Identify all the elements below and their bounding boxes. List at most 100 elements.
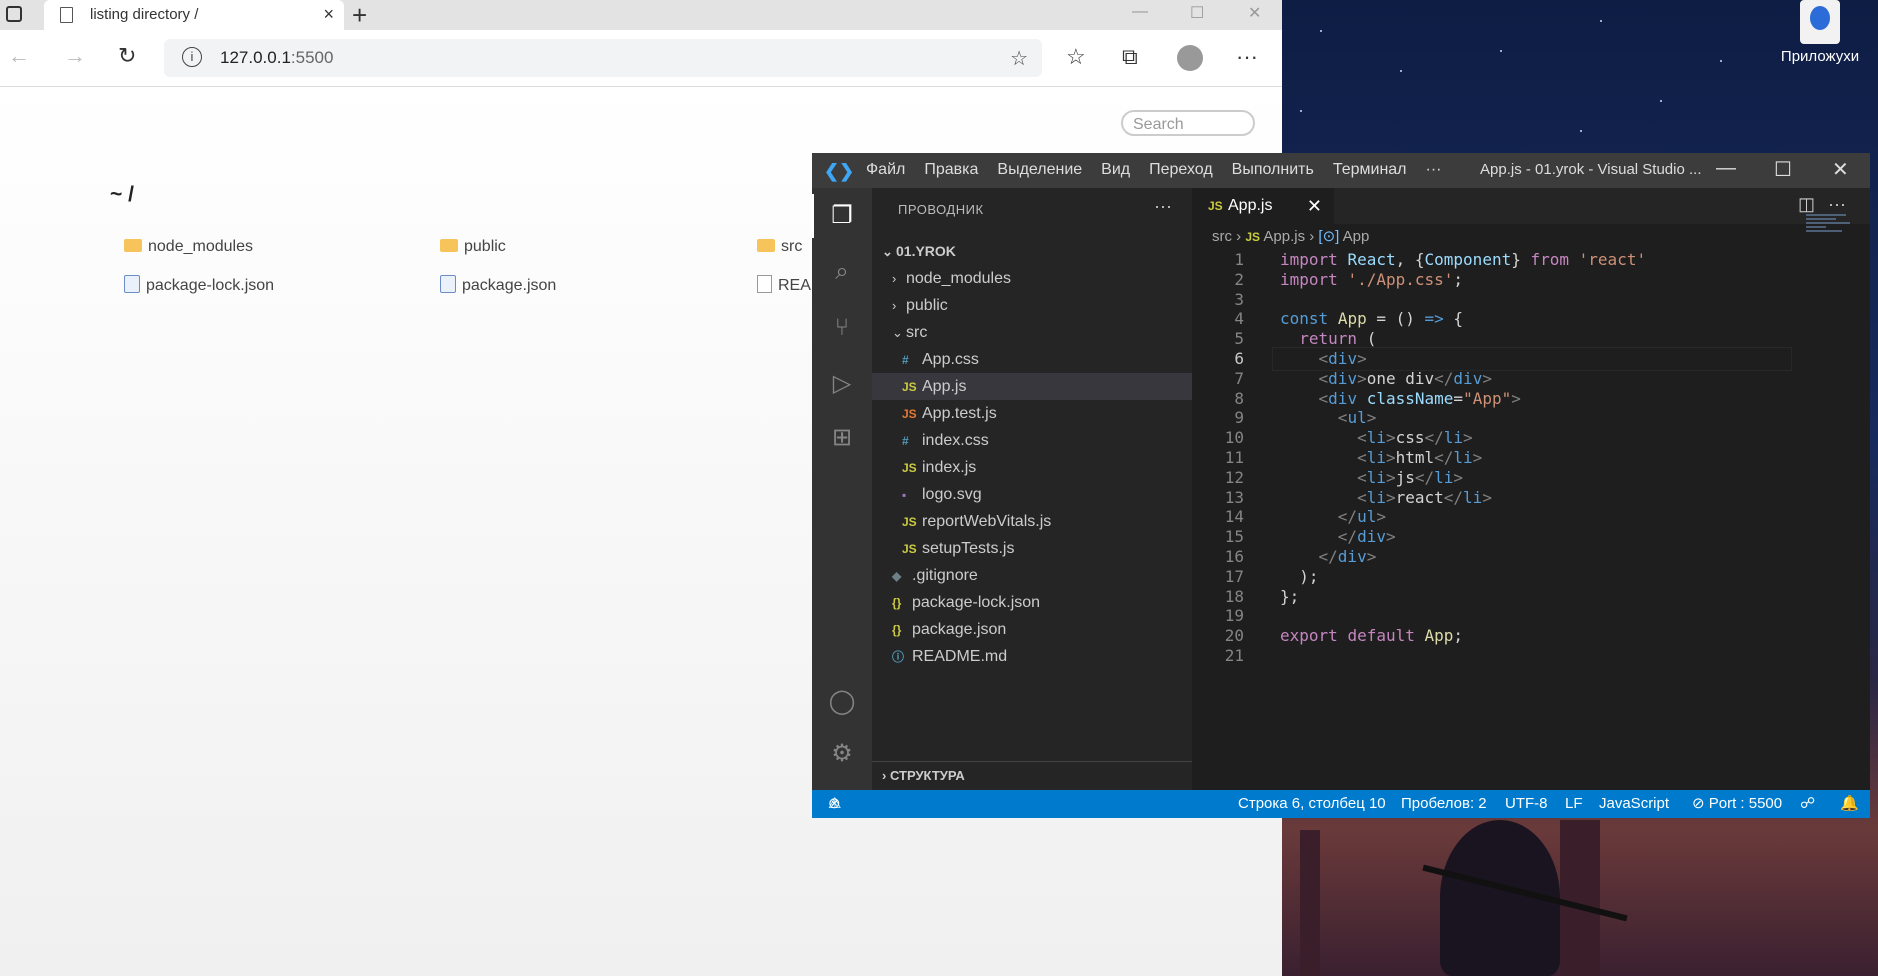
svg-file-icon: ▪ xyxy=(902,488,907,502)
tree-item[interactable]: ⓘ README.md xyxy=(872,643,1192,670)
listing-item[interactable]: package-lock.json xyxy=(124,275,274,295)
menu-file[interactable]: Файл xyxy=(866,161,905,179)
code-token: li xyxy=(1434,467,1454,487)
code-line[interactable]: <div>one div</div> xyxy=(1280,369,1492,388)
add-favorite-icon[interactable]: ☆ xyxy=(1010,46,1028,71)
code-line[interactable]: <div className="App"> xyxy=(1280,389,1521,408)
tree-item[interactable]: JS reportWebVitals.js xyxy=(872,508,1192,535)
editor-tab-appjs[interactable]: JS App.js ✕ xyxy=(1192,188,1334,224)
minimize-icon[interactable]: — xyxy=(1716,157,1736,180)
code-line[interactable]: <li>js</li> xyxy=(1280,468,1463,487)
profile-avatar[interactable] xyxy=(1177,45,1203,71)
explorer-icon[interactable]: ❐ xyxy=(812,194,858,238)
tree-item[interactable]: # index.css xyxy=(872,427,1192,454)
code-line[interactable]: <div> xyxy=(1280,349,1367,368)
code-line[interactable]: <li>html</li> xyxy=(1280,448,1482,467)
code-token: > xyxy=(1453,467,1464,487)
tree-item[interactable]: › node_modules xyxy=(872,265,1192,292)
code-line[interactable]: import './App.css'; xyxy=(1280,270,1463,289)
tree-item[interactable]: ⌄ src xyxy=(872,319,1192,346)
notifications-icon[interactable]: 🔔 xyxy=(1840,790,1859,818)
settings-gear-icon[interactable]: ⚙ xyxy=(826,738,858,770)
eol-status[interactable]: LF xyxy=(1565,790,1583,818)
collections-icon[interactable]: ⧉ xyxy=(1122,44,1138,70)
menu-selection[interactable]: Выделение xyxy=(997,161,1082,179)
menu-edit[interactable]: Правка xyxy=(924,161,978,179)
maximize-icon[interactable]: ☐ xyxy=(1190,3,1204,23)
code-line[interactable]: </div> xyxy=(1280,547,1377,566)
browser-tab[interactable]: listing directory / × xyxy=(44,0,344,30)
code-line[interactable]: import React, {Component} from 'react' xyxy=(1280,250,1646,269)
tree-item[interactable]: ▪ logo.svg xyxy=(872,481,1192,508)
menu-view[interactable]: Вид xyxy=(1101,161,1130,179)
menu-terminal[interactable]: Терминал xyxy=(1333,161,1407,179)
close-tab-icon[interactable]: ✕ xyxy=(1307,188,1322,224)
new-tab-button[interactable]: + xyxy=(352,0,367,31)
tree-item[interactable]: {} package.json xyxy=(872,616,1192,643)
code-line[interactable]: export default App; xyxy=(1280,626,1463,645)
tree-item[interactable]: JS setupTests.js xyxy=(872,535,1192,562)
site-info-icon[interactable]: i xyxy=(182,47,202,67)
encoding-status[interactable]: UTF-8 xyxy=(1505,790,1548,818)
code-line[interactable]: <li>css</li> xyxy=(1280,428,1473,447)
more-menu-icon[interactable]: ··· xyxy=(1236,44,1258,70)
indentation-status[interactable]: Пробелов: 2 xyxy=(1401,790,1487,818)
search-input[interactable]: Search xyxy=(1121,110,1255,136)
tree-item[interactable]: JS App.js xyxy=(872,373,1192,400)
listing-item[interactable]: node_modules xyxy=(124,238,253,256)
refresh-icon[interactable]: ↻ xyxy=(118,43,136,69)
code-line[interactable]: </div> xyxy=(1280,527,1396,546)
cursor-position[interactable]: Строка 6, столбец 10 xyxy=(1238,790,1386,818)
code-line[interactable]: </ul> xyxy=(1280,507,1386,526)
code-line[interactable]: ); xyxy=(1280,567,1318,586)
line-number: 5 xyxy=(1234,329,1244,349)
code-line[interactable]: }; xyxy=(1280,587,1299,606)
search-icon[interactable]: ⌕ xyxy=(826,256,858,288)
code-token: 'react' xyxy=(1578,250,1647,269)
accounts-icon[interactable]: ◯ xyxy=(826,686,858,718)
outline-section[interactable]: › СТРУКТУРА xyxy=(872,761,1192,790)
listing-item[interactable]: src xyxy=(757,238,802,256)
menu-go[interactable]: Переход xyxy=(1149,161,1213,179)
root-folder[interactable]: ⌄ 01.YROK xyxy=(872,238,1192,265)
tree-item[interactable]: ◆ .gitignore xyxy=(872,562,1192,589)
code-line[interactable]: return ( xyxy=(1280,329,1376,348)
source-control-icon[interactable]: ⑂ xyxy=(826,312,858,344)
forward-icon[interactable]: → xyxy=(64,43,86,69)
menu-more[interactable]: ··· xyxy=(1426,161,1442,179)
tree-item-label: public xyxy=(906,297,948,314)
tree-item[interactable]: # App.css xyxy=(872,346,1192,373)
listing-item[interactable]: package.json xyxy=(440,275,556,295)
line-number: 9 xyxy=(1234,408,1244,428)
live-server-port[interactable]: ⊘ Port : 5500 xyxy=(1692,790,1782,818)
code-token: > xyxy=(1357,349,1367,368)
close-window-icon[interactable]: ✕ xyxy=(1832,157,1849,182)
status-bar: ⊗ 0 ⚠ 0 Строка 6, столбец 10 Пробелов: 2… xyxy=(812,790,1870,818)
menu-run[interactable]: Выполнить xyxy=(1232,161,1314,179)
back-icon[interactable]: ← xyxy=(8,43,30,69)
language-mode[interactable]: JavaScript xyxy=(1599,790,1669,818)
run-debug-icon[interactable]: ▷ xyxy=(826,368,858,400)
favorites-icon[interactable]: ☆ xyxy=(1066,44,1086,70)
listing-item[interactable]: REA xyxy=(757,275,811,295)
breadcrumb: src › JS App.js › [⊙] App xyxy=(1212,228,1370,245)
close-tab-icon[interactable]: × xyxy=(323,4,334,25)
code-line[interactable]: const App = () => { xyxy=(1280,309,1463,328)
code-line[interactable]: <ul> xyxy=(1280,408,1377,427)
minimap[interactable] xyxy=(1806,212,1856,252)
feedback-icon[interactable]: ☍ xyxy=(1800,790,1815,818)
tab-actions-icon[interactable] xyxy=(6,6,22,22)
maximize-icon[interactable]: ☐ xyxy=(1774,157,1792,182)
tree-item[interactable]: JS App.test.js xyxy=(872,400,1192,427)
minimize-icon[interactable]: — xyxy=(1132,3,1148,21)
address-bar[interactable]: i 127.0.0.1:5500 ☆ xyxy=(164,39,1042,77)
extensions-icon[interactable]: ⊞ xyxy=(826,422,858,454)
code-line[interactable]: <li>react</li> xyxy=(1280,488,1492,507)
close-window-icon[interactable]: ✕ xyxy=(1248,3,1261,23)
tree-item[interactable]: {} package-lock.json xyxy=(872,589,1192,616)
desktop-shortcut-apps[interactable]: Приложухи xyxy=(1770,0,1870,65)
tree-item[interactable]: › public xyxy=(872,292,1192,319)
explorer-more-icon[interactable]: ··· xyxy=(1154,196,1172,217)
tree-item[interactable]: JS index.js xyxy=(872,454,1192,481)
listing-item[interactable]: public xyxy=(440,238,506,256)
